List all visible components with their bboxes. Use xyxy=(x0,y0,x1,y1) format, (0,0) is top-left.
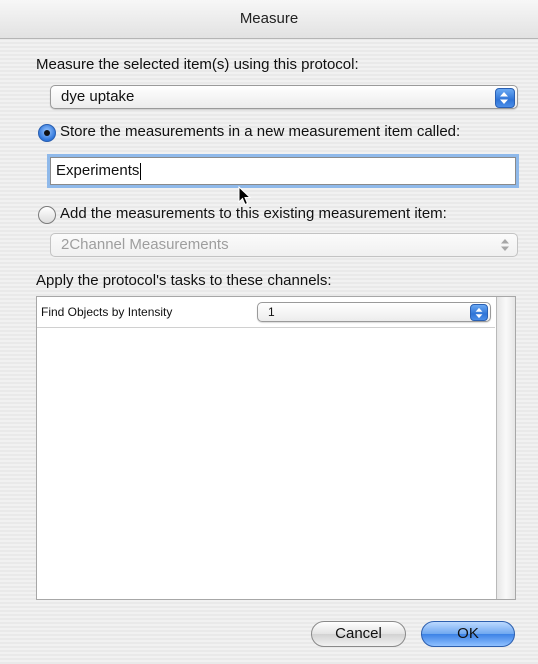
existing-measurement-popup: 2Channel Measurements xyxy=(50,233,518,257)
radio-selected-dot xyxy=(44,130,50,136)
ok-button[interactable]: OK xyxy=(421,621,515,647)
table-row: Find Objects by Intensity 1 xyxy=(37,297,495,328)
protocol-popup-value: dye uptake xyxy=(61,88,135,105)
window-titlebar: Measure xyxy=(0,0,538,39)
cancel-button[interactable]: Cancel xyxy=(311,621,406,647)
updown-arrows-icon xyxy=(495,88,515,108)
new-measurement-name-field[interactable]: Experiments xyxy=(50,157,516,185)
window-title: Measure xyxy=(239,10,299,27)
store-new-label[interactable]: Store the measurements in a new measurem… xyxy=(60,123,460,140)
add-existing-radio[interactable] xyxy=(38,206,56,224)
table-vertical-scrollbar[interactable] xyxy=(496,297,515,599)
store-new-radio[interactable] xyxy=(38,124,56,142)
channels-label: Apply the protocol's tasks to these chan… xyxy=(36,272,332,289)
task-name: Find Objects by Intensity xyxy=(41,305,173,319)
measure-dialog: Measure Measure the selected item(s) usi… xyxy=(0,0,538,664)
add-existing-label[interactable]: Add the measurements to this existing me… xyxy=(60,205,447,222)
existing-measurement-popup-value: 2Channel Measurements xyxy=(61,236,229,253)
channel-popup-value: 1 xyxy=(268,305,275,319)
channel-popup[interactable]: 1 xyxy=(257,302,491,322)
updown-arrows-icon xyxy=(497,236,515,254)
updown-arrows-icon xyxy=(470,304,488,321)
channels-table: Find Objects by Intensity 1 xyxy=(36,296,516,600)
text-caret xyxy=(140,162,142,180)
protocol-popup[interactable]: dye uptake xyxy=(50,85,518,109)
new-measurement-name-value: Experiments xyxy=(56,162,142,180)
protocol-label: Measure the selected item(s) using this … xyxy=(36,56,359,73)
mouse-pointer-icon xyxy=(238,186,252,206)
